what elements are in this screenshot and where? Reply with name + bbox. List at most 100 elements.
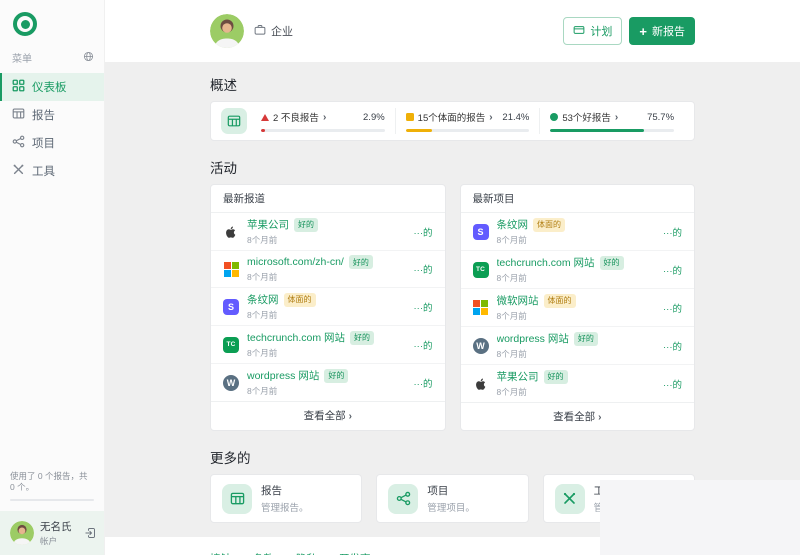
list-item[interactable]: 条纹网体面的 8个月前 ···的 bbox=[460, 213, 694, 251]
app-window: 菜单 仪表板 报告 项目 工具 使用了 0 个报告，共 0 个。 无名氏 帐户 … bbox=[0, 0, 800, 555]
stat-value: 21.4% bbox=[502, 111, 530, 123]
item-action-link[interactable]: ···的 bbox=[663, 339, 682, 353]
status-badge: 好的 bbox=[543, 369, 568, 384]
list-item[interactable]: 条纹网体面的 8个月前 ···的 bbox=[211, 288, 445, 326]
stat-decent-reports[interactable]: 15个体面的报告 › 21.4% bbox=[394, 108, 540, 134]
sidebar-item-projects[interactable]: 项目 bbox=[0, 129, 104, 157]
report-link[interactable]: 苹果公司 bbox=[247, 217, 289, 232]
list-item[interactable]: wordpress 网站好的 8个月前 ···的 bbox=[460, 327, 694, 365]
item-time: 8个月前 bbox=[496, 311, 527, 321]
sidebar-item-label: 仪表板 bbox=[32, 82, 67, 94]
more-title: 更多的 bbox=[210, 451, 251, 466]
stat-bad-reports[interactable]: 2 不良报告 › 2.9% bbox=[251, 108, 395, 134]
new-report-button-label: 新报告 bbox=[652, 26, 685, 38]
new-report-button[interactable]: + 新报告 bbox=[629, 17, 695, 45]
item-action-link[interactable]: ···的 bbox=[663, 377, 682, 391]
list-item[interactable]: 微软网站 体面的 8个月前 ···的 bbox=[460, 289, 694, 327]
item-action-link[interactable]: ···的 bbox=[414, 338, 433, 352]
stat-value: 75.7% bbox=[647, 111, 675, 123]
microsoft-icon bbox=[223, 261, 239, 277]
report-link[interactable]: 条纹网 bbox=[247, 292, 279, 307]
tools-icon bbox=[12, 163, 25, 179]
sidebar-item-tools[interactable]: 工具 bbox=[0, 157, 104, 185]
item-action-link[interactable]: ···的 bbox=[414, 262, 433, 276]
logout-icon[interactable] bbox=[84, 527, 96, 539]
status-badge: 好的 bbox=[324, 368, 349, 383]
activity-title: 活动 bbox=[210, 161, 237, 176]
footer-link-terms[interactable]: 条款 bbox=[253, 551, 274, 555]
item-action-link[interactable]: ···的 bbox=[663, 301, 682, 315]
status-badge: 好的 bbox=[599, 255, 624, 270]
menu-label-row: 菜单 bbox=[0, 50, 104, 65]
plan-button[interactable]: 计划 bbox=[563, 17, 623, 45]
project-link[interactable]: wordpress 网站 bbox=[497, 331, 569, 346]
project-link[interactable]: 苹果公司 bbox=[497, 369, 539, 384]
sidebar-item-label: 项目 bbox=[32, 138, 55, 150]
more-card-subtitle: 管理项目。 bbox=[427, 503, 475, 514]
sidebar-item-dashboard[interactable]: 仪表板 bbox=[0, 73, 104, 101]
footer-link-privacy[interactable]: 隐私 bbox=[296, 551, 317, 555]
item-action-link[interactable]: ···的 bbox=[414, 376, 433, 390]
globe-icon[interactable] bbox=[83, 51, 94, 65]
tools-icon bbox=[554, 483, 585, 514]
item-action-link[interactable]: ···的 bbox=[663, 225, 682, 239]
phprank-logo-icon[interactable] bbox=[13, 12, 37, 36]
org-badge: 企业 bbox=[254, 23, 293, 39]
usage-text: 使用了 0 个报告，共 0 个。 bbox=[10, 470, 88, 492]
more-card-reports[interactable]: 报告 管理报告。 bbox=[210, 474, 363, 523]
project-link[interactable]: 条纹网 bbox=[497, 217, 529, 232]
latest-reports-card: 最新报道 苹果公司 好的 8个月前 ···的 microsoft.com/zh-cn… bbox=[210, 184, 446, 431]
more-card-subtitle: 管理报告。 bbox=[261, 503, 309, 514]
apple-icon bbox=[473, 376, 489, 392]
plus-icon: + bbox=[639, 23, 647, 39]
more-card-projects[interactable]: 项目 管理项目。 bbox=[376, 474, 529, 523]
status-badge: 好的 bbox=[350, 330, 375, 345]
item-action-link[interactable]: ···的 bbox=[663, 263, 682, 277]
list-item[interactable]: 苹果公司 好的 8个月前 ···的 bbox=[461, 365, 695, 402]
list-item[interactable]: techcrunch.com 网站好的 8个月前 ···的 bbox=[460, 251, 694, 289]
user-name: 无名氏 bbox=[40, 521, 72, 533]
report-link[interactable]: techcrunch.com 网站 bbox=[247, 330, 345, 345]
status-badge: 体面的 bbox=[283, 292, 316, 307]
list-item[interactable]: microsoft.com/zh-cn/好的 8个月前 ···的 bbox=[211, 251, 445, 288]
more-card-title: 报告 bbox=[261, 485, 282, 497]
overview-card: 2 不良报告 › 2.9% 15个体面的报告 › 21.4% 53个好报告 › … bbox=[210, 101, 695, 141]
apple-icon bbox=[223, 224, 239, 240]
footer-link-developers[interactable]: 开发商 bbox=[339, 551, 371, 555]
item-time: 8个月前 bbox=[496, 235, 527, 245]
list-item[interactable]: 苹果公司 好的 8个月前 ···的 bbox=[211, 213, 445, 251]
project-link[interactable]: techcrunch.com 网站 bbox=[497, 255, 595, 270]
report-icon bbox=[12, 107, 25, 123]
activity-grid: 最新报道 苹果公司 好的 8个月前 ···的 microsoft.com/zh-cn… bbox=[210, 184, 695, 431]
chevron-right-icon: › bbox=[348, 411, 352, 422]
view-all-link[interactable]: 查看全部 › bbox=[460, 402, 694, 430]
item-time: 8个月前 bbox=[247, 272, 278, 282]
stats-row: 2 不良报告 › 2.9% 15个体面的报告 › 21.4% 53个好报告 › … bbox=[251, 108, 684, 134]
menu-label: 菜单 bbox=[12, 54, 32, 65]
report-link[interactable]: microsoft.com/zh-cn/ bbox=[247, 256, 344, 268]
chevron-right-icon: › bbox=[598, 412, 602, 423]
project-link[interactable]: 微软网站 bbox=[497, 293, 539, 308]
chevron-right-icon: › bbox=[322, 111, 327, 123]
footer-link-contact[interactable]: 接触 bbox=[210, 551, 231, 555]
list-item[interactable]: techcrunch.com 网站好的 8个月前 ···的 bbox=[211, 326, 445, 364]
sidebar-item-label: 工具 bbox=[32, 166, 55, 178]
user-account-box[interactable]: 无名氏 帐户 bbox=[0, 511, 104, 555]
triangle-marker-icon bbox=[261, 113, 269, 121]
item-action-link[interactable]: ···的 bbox=[414, 300, 433, 314]
view-all-link[interactable]: 查看全部 › bbox=[211, 401, 445, 429]
project-icon bbox=[12, 135, 25, 151]
list-item[interactable]: wordpress 网站好的 8个月前 ···的 bbox=[211, 364, 445, 401]
sidebar-item-reports[interactable]: 报告 bbox=[0, 101, 104, 129]
item-action-link[interactable]: ···的 bbox=[414, 225, 433, 239]
account-avatar[interactable] bbox=[210, 14, 244, 48]
item-time: 8个月前 bbox=[247, 386, 278, 396]
sidebar-bottom: 使用了 0 个报告，共 0 个。 无名氏 帐户 bbox=[0, 471, 104, 555]
stat-good-reports[interactable]: 53个好报告 › 75.7% bbox=[539, 108, 684, 134]
stat-progress bbox=[405, 129, 530, 132]
grid-icon bbox=[12, 79, 25, 95]
report-link[interactable]: wordpress 网站 bbox=[247, 368, 319, 383]
user-avatar bbox=[10, 521, 34, 545]
card-title: 最新项目 bbox=[460, 185, 694, 213]
wordpress-icon bbox=[472, 337, 489, 354]
